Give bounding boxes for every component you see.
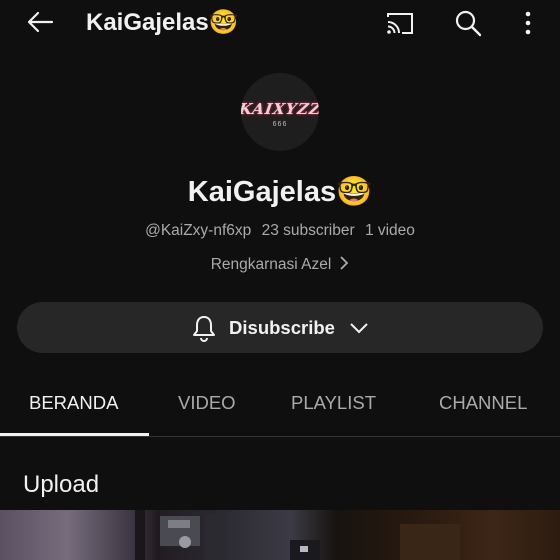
channel-tabs: BERANDA VIDEO PLAYLIST CHANNEL [0, 378, 560, 437]
video-thumbnail[interactable] [0, 510, 560, 560]
back-arrow-icon [27, 11, 54, 33]
cast-button[interactable] [383, 6, 417, 40]
page-title: KaiGajelas🤓 [86, 9, 239, 36]
avatar-logo-subtext: 666 [272, 121, 288, 128]
active-tab-indicator [0, 433, 149, 436]
subscriber-count: 23 subscriber [261, 222, 355, 239]
section-title: Upload [23, 471, 100, 498]
chevron-down-icon [350, 322, 368, 333]
avatar[interactable]: KAIXYZZ 666 [241, 73, 319, 151]
channel-link-text: Rengkarnasi Azel [210, 256, 332, 273]
avatar-logo: KAIXYZZ [241, 100, 319, 118]
channel-meta: @KaiZxy-nf6xp 23 subscriber 1 video [0, 220, 560, 242]
search-button[interactable] [451, 6, 485, 40]
back-button[interactable] [22, 6, 58, 38]
tab-video[interactable]: VIDEO [178, 378, 236, 428]
channel-link-row[interactable]: Rengkarnasi Azel [0, 254, 560, 278]
more-vert-icon [525, 11, 531, 35]
bell-icon [193, 315, 216, 342]
tab-beranda[interactable]: BERANDA [29, 378, 118, 428]
more-options-button[interactable] [511, 6, 545, 40]
channel-name: KaiGajelas🤓 [187, 176, 373, 208]
top-app-bar: KaiGajelas🤓 [0, 0, 560, 48]
thumbnail-image [135, 510, 460, 560]
tab-playlist[interactable]: PLAYLIST [291, 378, 376, 428]
tab-channel[interactable]: CHANNEL [439, 378, 527, 428]
channel-handle: @KaiZxy-nf6xp [145, 222, 252, 239]
subscribe-button[interactable]: Disubscribe [17, 302, 543, 353]
search-icon [455, 10, 482, 37]
chevron-right-icon [339, 255, 349, 278]
cast-icon [387, 13, 413, 34]
subscribe-label: Disubscribe [229, 316, 335, 338]
video-count: 1 video [364, 222, 415, 239]
